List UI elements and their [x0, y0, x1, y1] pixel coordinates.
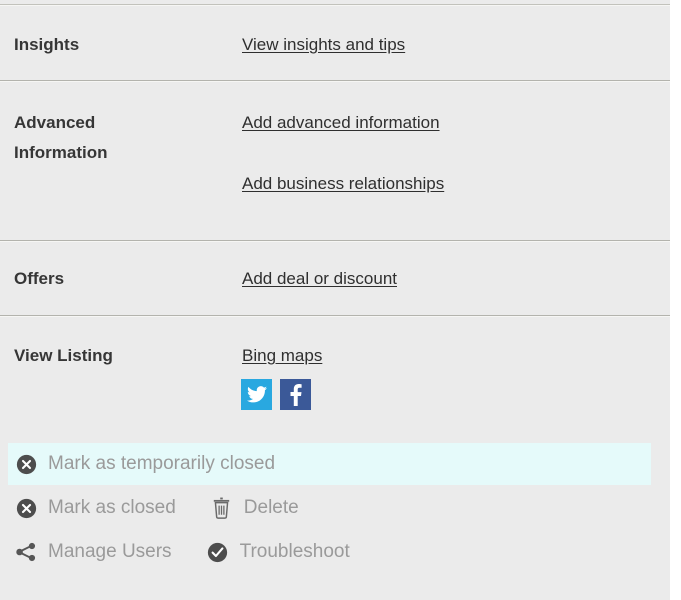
link-view-insights-and-tips[interactable]: View insights and tips: [242, 30, 405, 60]
section-label-offers: Offers: [14, 264, 64, 294]
action-mark-as-closed[interactable]: Mark as closed: [14, 487, 176, 529]
action-label: Mark as temporarily closed: [48, 453, 276, 474]
close-circle-icon: [14, 452, 38, 476]
section-label-advanced-information: Advanced Information: [14, 108, 108, 168]
section-links-offers: Add deal or discount: [242, 264, 397, 294]
action-label: Troubleshoot: [239, 541, 350, 562]
section-label-view-listing: View Listing: [14, 341, 113, 371]
link-add-business-relationships[interactable]: Add business relationships: [242, 169, 444, 199]
section-label-text: Offers: [14, 269, 65, 288]
link-add-advanced-information[interactable]: Add advanced information: [242, 108, 440, 138]
section-label-text-line1: Advanced: [14, 113, 96, 132]
section-links-insights: View insights and tips: [242, 30, 405, 60]
section-links-view-listing: Bing maps: [242, 341, 322, 371]
section-label-insights: Insights: [14, 30, 79, 60]
facebook-icon: [290, 383, 302, 406]
trash-icon: [210, 496, 234, 520]
twitter-icon: [246, 386, 267, 403]
action-label: Delete: [243, 497, 299, 518]
action-troubleshoot[interactable]: Troubleshoot: [206, 531, 350, 573]
action-label: Manage Users: [48, 541, 172, 562]
action-delete[interactable]: Delete: [210, 487, 299, 529]
action-label: Mark as closed: [48, 497, 176, 518]
divider-after-insights: [0, 80, 670, 81]
section-label-text: Insights: [14, 35, 80, 54]
section-label-text-line2: Information: [14, 143, 108, 162]
link-add-deal-or-discount[interactable]: Add deal or discount: [242, 264, 397, 294]
divider-after-offers: [0, 315, 670, 316]
right-gutter: [670, 0, 681, 600]
action-row-2: Mark as closed Delete: [14, 487, 299, 529]
divider-top: [0, 4, 670, 5]
social-share-buttons: [241, 379, 311, 410]
facebook-share-button[interactable]: [280, 379, 311, 410]
action-mark-as-temporarily-closed[interactable]: Mark as temporarily closed: [14, 443, 275, 485]
share-icon: [14, 540, 38, 564]
check-circle-icon: [206, 540, 230, 564]
link-bing-maps[interactable]: Bing maps: [242, 341, 322, 371]
section-label-text: View Listing: [14, 346, 113, 365]
divider-after-advanced-information: [0, 240, 670, 241]
listing-settings-panel: Insights View insights and tips Advanced…: [0, 0, 681, 600]
action-row-1: Mark as temporarily closed: [14, 443, 275, 485]
action-row-3: Manage Users Troubleshoot: [14, 531, 350, 573]
twitter-share-button[interactable]: [241, 379, 272, 410]
close-circle-icon: [14, 496, 38, 520]
action-manage-users[interactable]: Manage Users: [14, 531, 172, 573]
